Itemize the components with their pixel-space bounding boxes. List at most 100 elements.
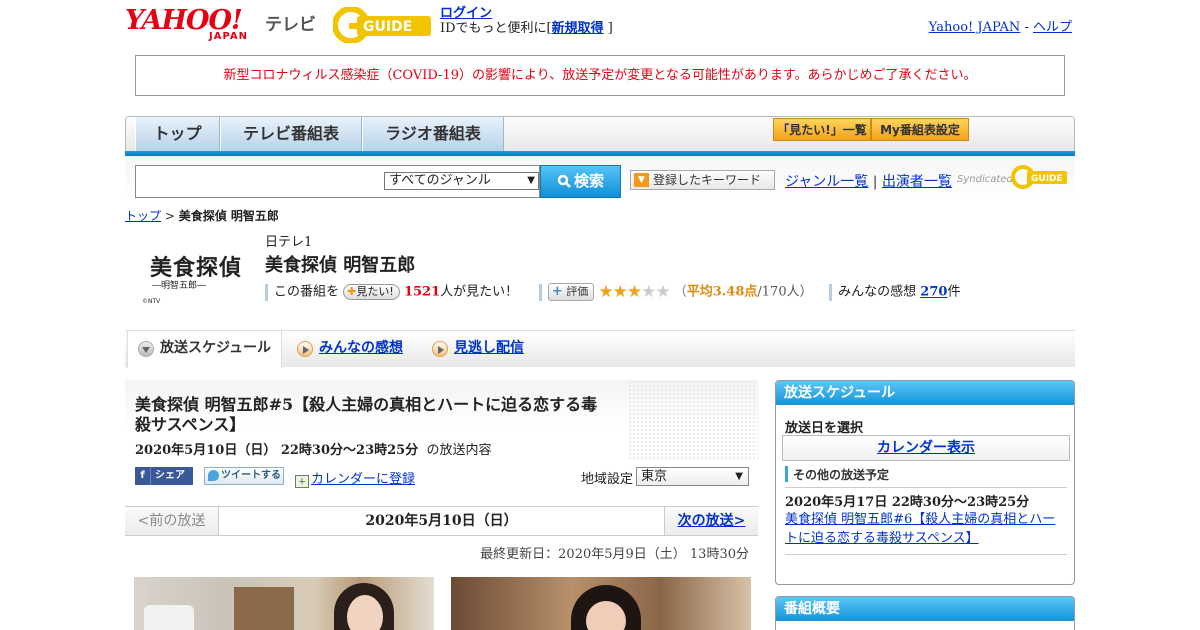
gguide-small-logo: GUIDE: [1011, 165, 1067, 189]
dot-pattern: [628, 380, 758, 460]
header-links: Yahoo! JAPAN - ヘルプ: [929, 16, 1072, 35]
episode-photo[interactable]: [451, 577, 751, 630]
stats-divider: [265, 283, 268, 301]
tab-vod[interactable]: 見逃し配信: [430, 331, 524, 368]
keyword-button[interactable]: ▼ 登録したキーワード: [630, 170, 775, 190]
photo-shape: [144, 605, 194, 630]
program-tabs: 放送スケジュール みんなの感想 見逃し配信: [125, 330, 1075, 368]
episode-box: 美食探偵 明智五郎#5【殺人主婦の真相とハートに迫る恋する毒殺サスペンス】 20…: [125, 380, 758, 498]
rating-people: /170人）: [757, 284, 813, 300]
tab-schedule[interactable]: 放送スケジュール: [127, 331, 282, 368]
stats-divider: [538, 283, 542, 301]
login-link[interactable]: ログイン: [440, 6, 492, 21]
stats-divider: [829, 283, 833, 301]
rating-stars-filled: ★★★: [598, 282, 642, 302]
program-stats: この番組を ✚見たい! 1521人が見たい！ + 評価 ★★★★★ （平均3.4…: [265, 282, 960, 302]
main-nav: トップ テレビ番組表 ラジオ番組表 「見たい!」一覧 My番組表設定: [125, 116, 1075, 157]
syndicated-gguide-logo: Syndicated GUIDE: [957, 164, 1069, 192]
search-icon: [557, 174, 571, 188]
performer-list-link[interactable]: 出演者一覧: [882, 174, 952, 190]
id-prefix-text: IDでもっと便利に[: [440, 21, 552, 36]
episode-date-time: 2020年5月10日（日） 22時30分～23時25分: [135, 443, 419, 458]
tv-label[interactable]: テレビ: [265, 10, 316, 35]
calendar-register-link[interactable]: カレンダーに登録: [311, 472, 415, 487]
divider: [785, 554, 1067, 555]
sidebar-schedule: 放送スケジュール 放送日を選択 カレンダー表示 その他の放送予定 2020年5月…: [775, 380, 1075, 585]
kanso-count-link[interactable]: 270: [920, 285, 947, 300]
tab-schedule-label: 放送スケジュール: [160, 340, 272, 356]
rating-stars: ★★★★★: [598, 282, 671, 302]
tweet-label: ツイートする: [221, 470, 281, 481]
other-schedule-head: その他の放送予定: [785, 466, 1067, 488]
search-link-sep: |: [872, 174, 878, 190]
program-logo-copyright: ©NTV: [142, 298, 161, 305]
program-logo-subtitle: ―明智五郎―: [152, 281, 207, 291]
mitai-list-button[interactable]: 「見たい!」一覧: [773, 118, 871, 141]
tab-reviews[interactable]: みんなの感想: [295, 331, 403, 368]
calendar-button[interactable]: カレンダー表示: [782, 435, 1070, 461]
mitai-count: 1521: [403, 284, 441, 300]
sidebar-summary-head: 番組概要: [776, 597, 1074, 621]
yahoo-japan-link[interactable]: Yahoo! JAPAN: [929, 20, 1021, 35]
other-schedule-link[interactable]: 美食探偵 明智五郎#6【殺人主婦の真相とハートに迫る恋する毒殺サスペンス】: [785, 512, 1055, 546]
genre-select[interactable]: すべてのジャンル ▼: [384, 172, 539, 190]
calendar-register: ＋カレンダーに登録: [295, 468, 415, 488]
hyoka-button[interactable]: + 評価: [547, 283, 595, 301]
broadcast-pager: <前の放送 2020年5月10日（日） 次の放送>: [125, 506, 758, 536]
tab-reviews-label[interactable]: みんなの感想: [319, 340, 403, 356]
chevron-down-icon: ▼: [634, 173, 649, 187]
mitai-suffix: 人が見たい！: [440, 284, 519, 300]
mitai-button[interactable]: ✚見たい!: [343, 284, 400, 300]
program-logo: 美食探偵 ―明智五郎― ©NTV: [140, 240, 250, 310]
episode-date-suffix: の放送内容: [426, 443, 492, 458]
last-updated: 最終更新日：2020年5月9日（土） 13時30分: [480, 547, 749, 562]
tab-radio-guide[interactable]: ラジオ番組表: [362, 117, 504, 151]
hyoka-button-label: 評価: [566, 285, 589, 298]
gguide-logo-text: GUIDE: [363, 19, 412, 35]
yahoo-japan-logo[interactable]: YAHOO! JAPAN: [125, 7, 265, 47]
kanso-suffix: 件: [947, 284, 961, 300]
program-title: 美食探偵 明智五郎: [265, 255, 416, 276]
login-box: ログイン IDでもっと便利に[新規取得 ]: [440, 6, 613, 36]
tab-tv-guide[interactable]: テレビ番組表: [220, 117, 362, 151]
tab-top[interactable]: トップ: [135, 117, 220, 151]
japan-logo-text: JAPAN: [209, 31, 248, 42]
my-bangumi-button[interactable]: My番組表設定: [871, 118, 969, 141]
region-select[interactable]: 東京 ▼: [636, 467, 749, 486]
tab-vod-label[interactable]: 見逃し配信: [454, 340, 524, 356]
search-row: すべてのジャンル ▼ 検索 ▼ 登録したキーワード ジャンル一覧 | 出演者一覧…: [125, 156, 1075, 202]
twitter-icon: [208, 470, 219, 481]
other-schedule-date: 2020年5月17日 22時30分～23時25分: [785, 495, 1030, 510]
facebook-icon: f: [135, 467, 151, 485]
facebook-share-button[interactable]: f シェア: [135, 467, 193, 485]
episode-photo[interactable]: [134, 577, 434, 630]
photo-shape: [234, 587, 294, 630]
prev-broadcast: <前の放送: [125, 507, 219, 535]
breadcrumb-top[interactable]: トップ: [125, 209, 161, 223]
region-label: 地域設定: [581, 472, 634, 487]
current-broadcast-date: 2020年5月10日（日）: [219, 507, 664, 535]
breadcrumb: トップ > 美食探偵 明智五郎: [125, 207, 279, 224]
sidebar-summary: 番組概要: [775, 596, 1075, 630]
header-link-sep: -: [1024, 20, 1029, 35]
search-button-label: 検索: [573, 172, 604, 190]
calendar-button-label[interactable]: カレンダー表示: [877, 440, 975, 456]
id-suffix-text: ]: [607, 21, 613, 36]
next-broadcast-link[interactable]: 次の放送>: [678, 513, 746, 529]
gguide-logo[interactable]: GUIDE: [333, 7, 433, 43]
rating-stars-empty: ★★: [641, 282, 671, 302]
search-button[interactable]: 検索: [540, 165, 621, 198]
genre-list-link[interactable]: ジャンル一覧: [785, 174, 868, 190]
syndicated-text: Syndicated: [957, 174, 1013, 185]
avg-open: （: [673, 284, 687, 300]
gguide-small-logo-text: GUIDE: [1031, 174, 1063, 184]
genre-select-value: すべてのジャンル: [389, 173, 491, 188]
channel-name: 日テレ1: [265, 235, 313, 250]
average-rating: 平均3.48点: [686, 284, 758, 300]
covid-notice: 新型コロナウィルス感染症（COVID-19）の影響により、放送予定が変更となる可…: [135, 55, 1065, 96]
kanso-label: みんなの感想: [838, 284, 917, 300]
tweet-button[interactable]: ツイートする: [204, 467, 284, 485]
help-link[interactable]: ヘルプ: [1033, 20, 1072, 35]
sidebar-schedule-head: 放送スケジュール: [776, 381, 1074, 405]
signup-link[interactable]: 新規取得: [552, 21, 604, 36]
